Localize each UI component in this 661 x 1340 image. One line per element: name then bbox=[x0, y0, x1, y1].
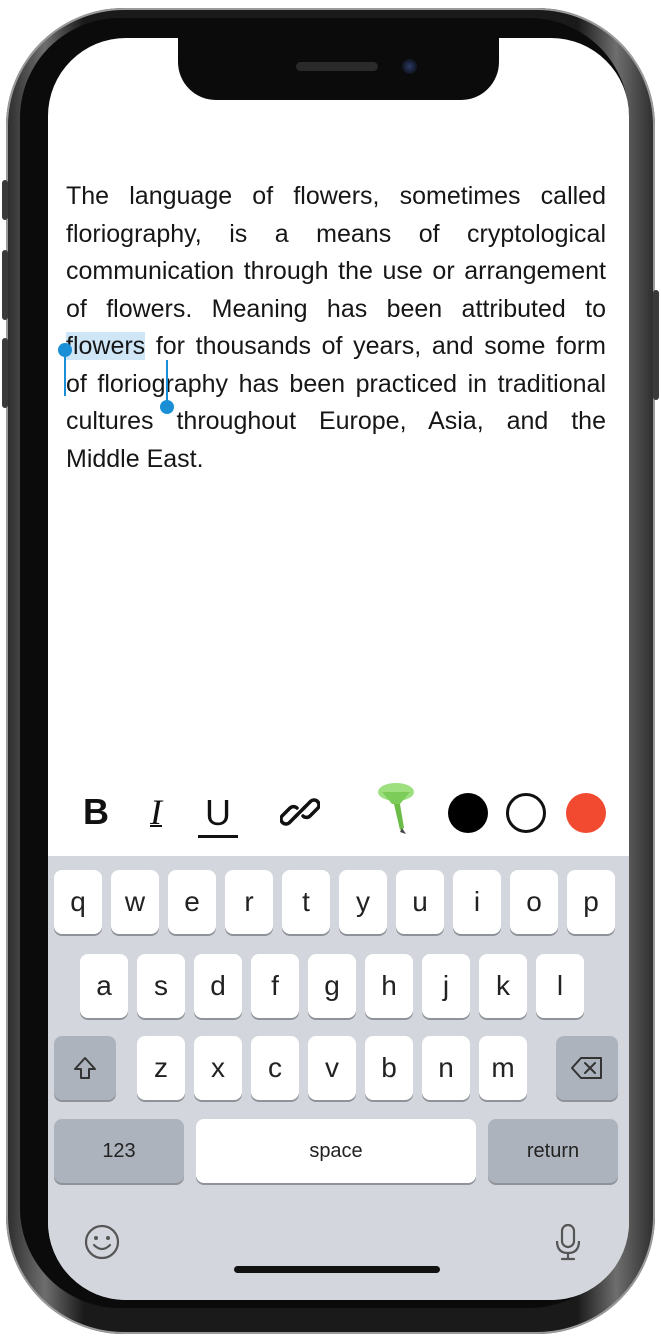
key-a[interactable]: a bbox=[80, 954, 128, 1018]
text-before-selection: The language of flowers, sometimes calle… bbox=[66, 182, 606, 323]
key-q[interactable]: q bbox=[54, 870, 102, 934]
backspace-key[interactable] bbox=[556, 1036, 618, 1100]
key-k[interactable]: k bbox=[479, 954, 527, 1018]
color-red-swatch[interactable] bbox=[566, 793, 606, 833]
key-e[interactable]: e bbox=[168, 870, 216, 934]
return-key[interactable]: return bbox=[488, 1119, 618, 1183]
highlighter-icon bbox=[378, 783, 414, 834]
format-toolbar: B I U bbox=[48, 778, 629, 848]
volume-up-button bbox=[2, 250, 8, 320]
keyboard: q w e r t y u i o p a s d f g h j k l z … bbox=[48, 856, 629, 1300]
key-h[interactable]: h bbox=[365, 954, 413, 1018]
dictation-button[interactable] bbox=[550, 1220, 586, 1264]
key-x[interactable]: x bbox=[194, 1036, 242, 1100]
italic-button[interactable]: I bbox=[136, 790, 176, 834]
highlighter-button[interactable] bbox=[374, 778, 424, 838]
key-n[interactable]: n bbox=[422, 1036, 470, 1100]
front-camera bbox=[402, 59, 417, 74]
microphone-icon bbox=[555, 1223, 581, 1261]
selected-word[interactable]: flowers bbox=[66, 332, 146, 360]
numbers-key[interactable]: 123 bbox=[54, 1119, 184, 1183]
key-c[interactable]: c bbox=[251, 1036, 299, 1100]
selection-start-handle[interactable] bbox=[58, 343, 72, 357]
key-y[interactable]: y bbox=[339, 870, 387, 934]
key-t[interactable]: t bbox=[282, 870, 330, 934]
home-indicator[interactable] bbox=[234, 1266, 440, 1273]
space-key[interactable]: space bbox=[196, 1119, 476, 1183]
note-text-editor[interactable]: The language of flowers, sometimes calle… bbox=[66, 178, 606, 478]
selection-start-line bbox=[64, 352, 66, 396]
key-g[interactable]: g bbox=[308, 954, 356, 1018]
key-j[interactable]: j bbox=[422, 954, 470, 1018]
notch bbox=[178, 38, 499, 100]
screen: The language of flowers, sometimes calle… bbox=[48, 38, 629, 1300]
mute-switch bbox=[2, 180, 8, 220]
key-v[interactable]: v bbox=[308, 1036, 356, 1100]
key-s[interactable]: s bbox=[137, 954, 185, 1018]
selection-end-handle[interactable] bbox=[160, 400, 174, 414]
link-button[interactable] bbox=[276, 790, 324, 834]
key-z[interactable]: z bbox=[137, 1036, 185, 1100]
key-w[interactable]: w bbox=[111, 870, 159, 934]
selection-end-line bbox=[166, 360, 168, 404]
bold-button[interactable]: B bbox=[76, 790, 116, 834]
key-u[interactable]: u bbox=[396, 870, 444, 934]
underline-button[interactable]: U bbox=[198, 790, 238, 838]
emoji-icon bbox=[84, 1224, 120, 1260]
emoji-button[interactable] bbox=[82, 1222, 122, 1262]
key-m[interactable]: m bbox=[479, 1036, 527, 1100]
key-l[interactable]: l bbox=[536, 954, 584, 1018]
link-icon bbox=[280, 798, 320, 826]
shift-key[interactable] bbox=[54, 1036, 116, 1100]
earpiece-speaker bbox=[296, 62, 378, 71]
color-white-swatch[interactable] bbox=[506, 793, 546, 833]
power-button bbox=[653, 290, 659, 400]
text-after-selection: for thousands of years, and some form of… bbox=[66, 332, 606, 473]
color-black-swatch[interactable] bbox=[448, 793, 488, 833]
key-p[interactable]: p bbox=[567, 870, 615, 934]
key-b[interactable]: b bbox=[365, 1036, 413, 1100]
key-i[interactable]: i bbox=[453, 870, 501, 934]
backspace-icon bbox=[571, 1057, 602, 1079]
shift-icon bbox=[74, 1057, 96, 1079]
volume-down-button bbox=[2, 338, 8, 408]
key-o[interactable]: o bbox=[510, 870, 558, 934]
key-r[interactable]: r bbox=[225, 870, 273, 934]
key-f[interactable]: f bbox=[251, 954, 299, 1018]
key-d[interactable]: d bbox=[194, 954, 242, 1018]
